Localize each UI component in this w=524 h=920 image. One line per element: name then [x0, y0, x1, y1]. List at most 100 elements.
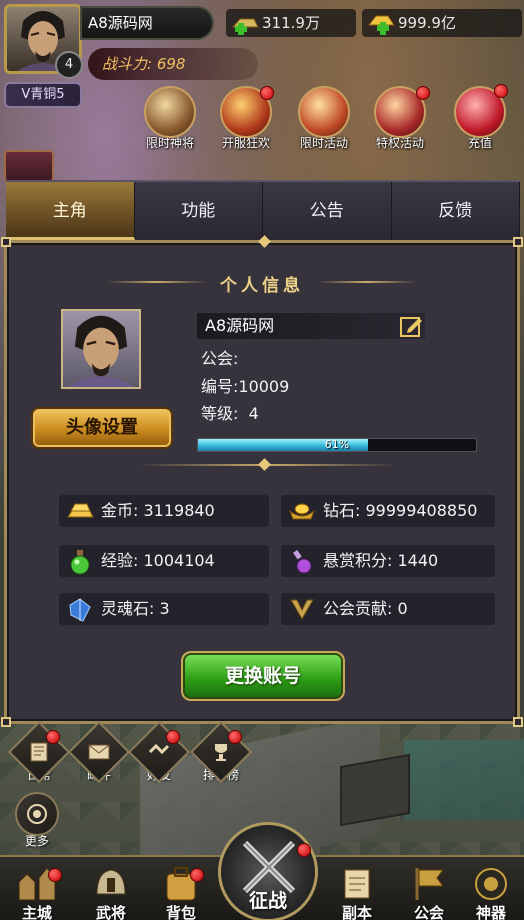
tab-protagonist[interactable]: 主角: [6, 182, 135, 240]
recharge-pouch-icon: [454, 84, 508, 138]
gold-ingot-icon: [288, 503, 316, 520]
nav-city[interactable]: 主城: [6, 862, 68, 920]
artifact-icon-box: [467, 862, 515, 906]
nav-dungeon[interactable]: 副本: [326, 862, 388, 920]
silver-amount: 311.9万: [262, 14, 320, 32]
tab-announcements[interactable]: 公告: [263, 182, 392, 240]
tab-functions[interactable]: 功能: [134, 182, 263, 240]
panel-corner: [513, 717, 523, 727]
notification-dot: [190, 868, 204, 882]
vip-badge[interactable]: V青铜5: [4, 82, 82, 108]
player-level-line: 等级: 4: [201, 404, 259, 423]
potion-event-icon[interactable]: [4, 150, 54, 182]
player-name: A8源码网: [80, 6, 214, 40]
recharge-button[interactable]: 充值: [448, 84, 512, 151]
hero-portrait-icon: [67, 315, 135, 387]
mail-icon: [88, 744, 110, 760]
notification-dot: [260, 86, 274, 100]
guild-emblem-icon: [290, 599, 314, 620]
daily-scroll-icon: [30, 742, 48, 762]
soulstone-icon: [69, 598, 91, 622]
notification-dot: [166, 730, 180, 744]
combat-power: 战斗力: 698: [88, 48, 258, 80]
gold-ingot-icon: [367, 15, 395, 35]
gold-amount: 999.9亿: [398, 14, 456, 32]
nav-artifact[interactable]: 神器: [460, 862, 522, 920]
more-icon-frame: [15, 792, 59, 836]
experience-percent: 61%: [324, 438, 350, 451]
experience-value: 经验: 1004104: [101, 551, 215, 570]
more-swirl-icon: [27, 804, 47, 824]
nav-campaign-label: 征战: [248, 890, 287, 912]
opening-carnival-button[interactable]: 开服狂欢: [214, 86, 278, 151]
bounty-points-stat: 悬赏积分: 1440: [281, 545, 495, 577]
personal-info-panel: 个人信息 头像设置 A8源码网 公会: 编号:10009 等级: 4 61% 金…: [1, 235, 523, 727]
tab-feedback[interactable]: 反馈: [391, 182, 520, 240]
switch-account-button[interactable]: 更换账号: [181, 651, 345, 701]
diamond-value: 钻石: 99999408850: [323, 501, 478, 520]
limited-event-button[interactable]: 限时活动: [292, 86, 356, 151]
generals-icon-box: [87, 862, 135, 906]
panel-corner: [513, 237, 523, 247]
panel-tabs: 主角 功能 公告 反馈: [6, 180, 520, 240]
nav-guild[interactable]: 公会: [398, 862, 460, 920]
divider-ornament: [258, 458, 271, 471]
leaderboard-button[interactable]: 排行榜: [189, 720, 253, 788]
treasure-chest-icon: [220, 86, 274, 138]
nav-generals[interactable]: 武将: [80, 862, 142, 920]
edit-icon[interactable]: [399, 314, 423, 338]
silver-ingot-icon: [231, 18, 259, 35]
notification-dot: [494, 84, 508, 98]
city-building: [340, 753, 410, 827]
guild-line: 公会:: [201, 349, 239, 368]
panel-corner: [1, 717, 11, 727]
moat-water: [404, 740, 524, 820]
notification-dot: [228, 730, 242, 744]
potion-icon: [70, 550, 90, 575]
privilege-event-button[interactable]: 特权活动: [368, 86, 432, 151]
gold-bar-icon: [67, 503, 94, 518]
nav-dungeon-label: 副本: [341, 904, 372, 920]
helmet-icon: [96, 869, 126, 895]
experience-stat: 经验: 1004104: [59, 545, 269, 577]
gold-coin-stat: 金币: 3119840: [59, 495, 269, 527]
guild-contribution-value: 公会贡献: 0: [323, 599, 408, 618]
notification-dot: [297, 843, 311, 857]
hero-portrait: [61, 309, 141, 389]
soulstone-stat: 灵魂石: 3: [59, 593, 269, 625]
name-value: A8源码网: [205, 316, 275, 335]
nav-guild-label: 公会: [413, 904, 444, 920]
more-button[interactable]: 更多: [8, 792, 66, 850]
gold-resource[interactable]: 999.9亿: [362, 9, 522, 37]
nav-bag[interactable]: 背包: [150, 862, 212, 920]
trophy-icon: [215, 744, 227, 761]
mail-button[interactable]: 邮件: [67, 720, 131, 788]
privilege-gift-icon: [374, 86, 430, 138]
nav-generals-label: 武将: [95, 904, 126, 920]
scroll-icon: [344, 869, 370, 899]
name-field: A8源码网: [197, 313, 425, 339]
daily-button[interactable]: 日常: [7, 720, 71, 788]
limited-event-icon: [298, 86, 350, 138]
dungeon-icon-box: [333, 862, 381, 906]
avatar-settings-button[interactable]: 头像设置: [31, 407, 173, 449]
gold-coin-value: 金币: 3119840: [101, 501, 215, 520]
artifact-orb-icon: [475, 868, 507, 900]
nav-city-label: 主城: [21, 904, 52, 920]
nav-campaign[interactable]: 征战: [218, 822, 318, 920]
guild-icon-box: [405, 862, 453, 906]
section-title: 个人信息: [220, 276, 304, 296]
player-id-line: 编号:10009: [201, 377, 290, 396]
bounty-points-value: 悬赏积分: 1440: [323, 551, 439, 570]
bounty-potion-icon: [293, 550, 312, 574]
limited-hero-button[interactable]: 限时神将: [138, 86, 202, 151]
silver-resource[interactable]: 311.9万: [226, 9, 356, 37]
handshake-icon: [148, 743, 170, 755]
banner-icon: [415, 868, 444, 900]
guild-contribution-stat: 公会贡献: 0: [281, 593, 495, 625]
limited-hero-icon: [144, 86, 196, 138]
notification-dot: [48, 868, 62, 882]
notification-dot: [46, 730, 60, 744]
notification-dot: [416, 86, 430, 100]
friends-button[interactable]: 好友: [127, 720, 191, 788]
